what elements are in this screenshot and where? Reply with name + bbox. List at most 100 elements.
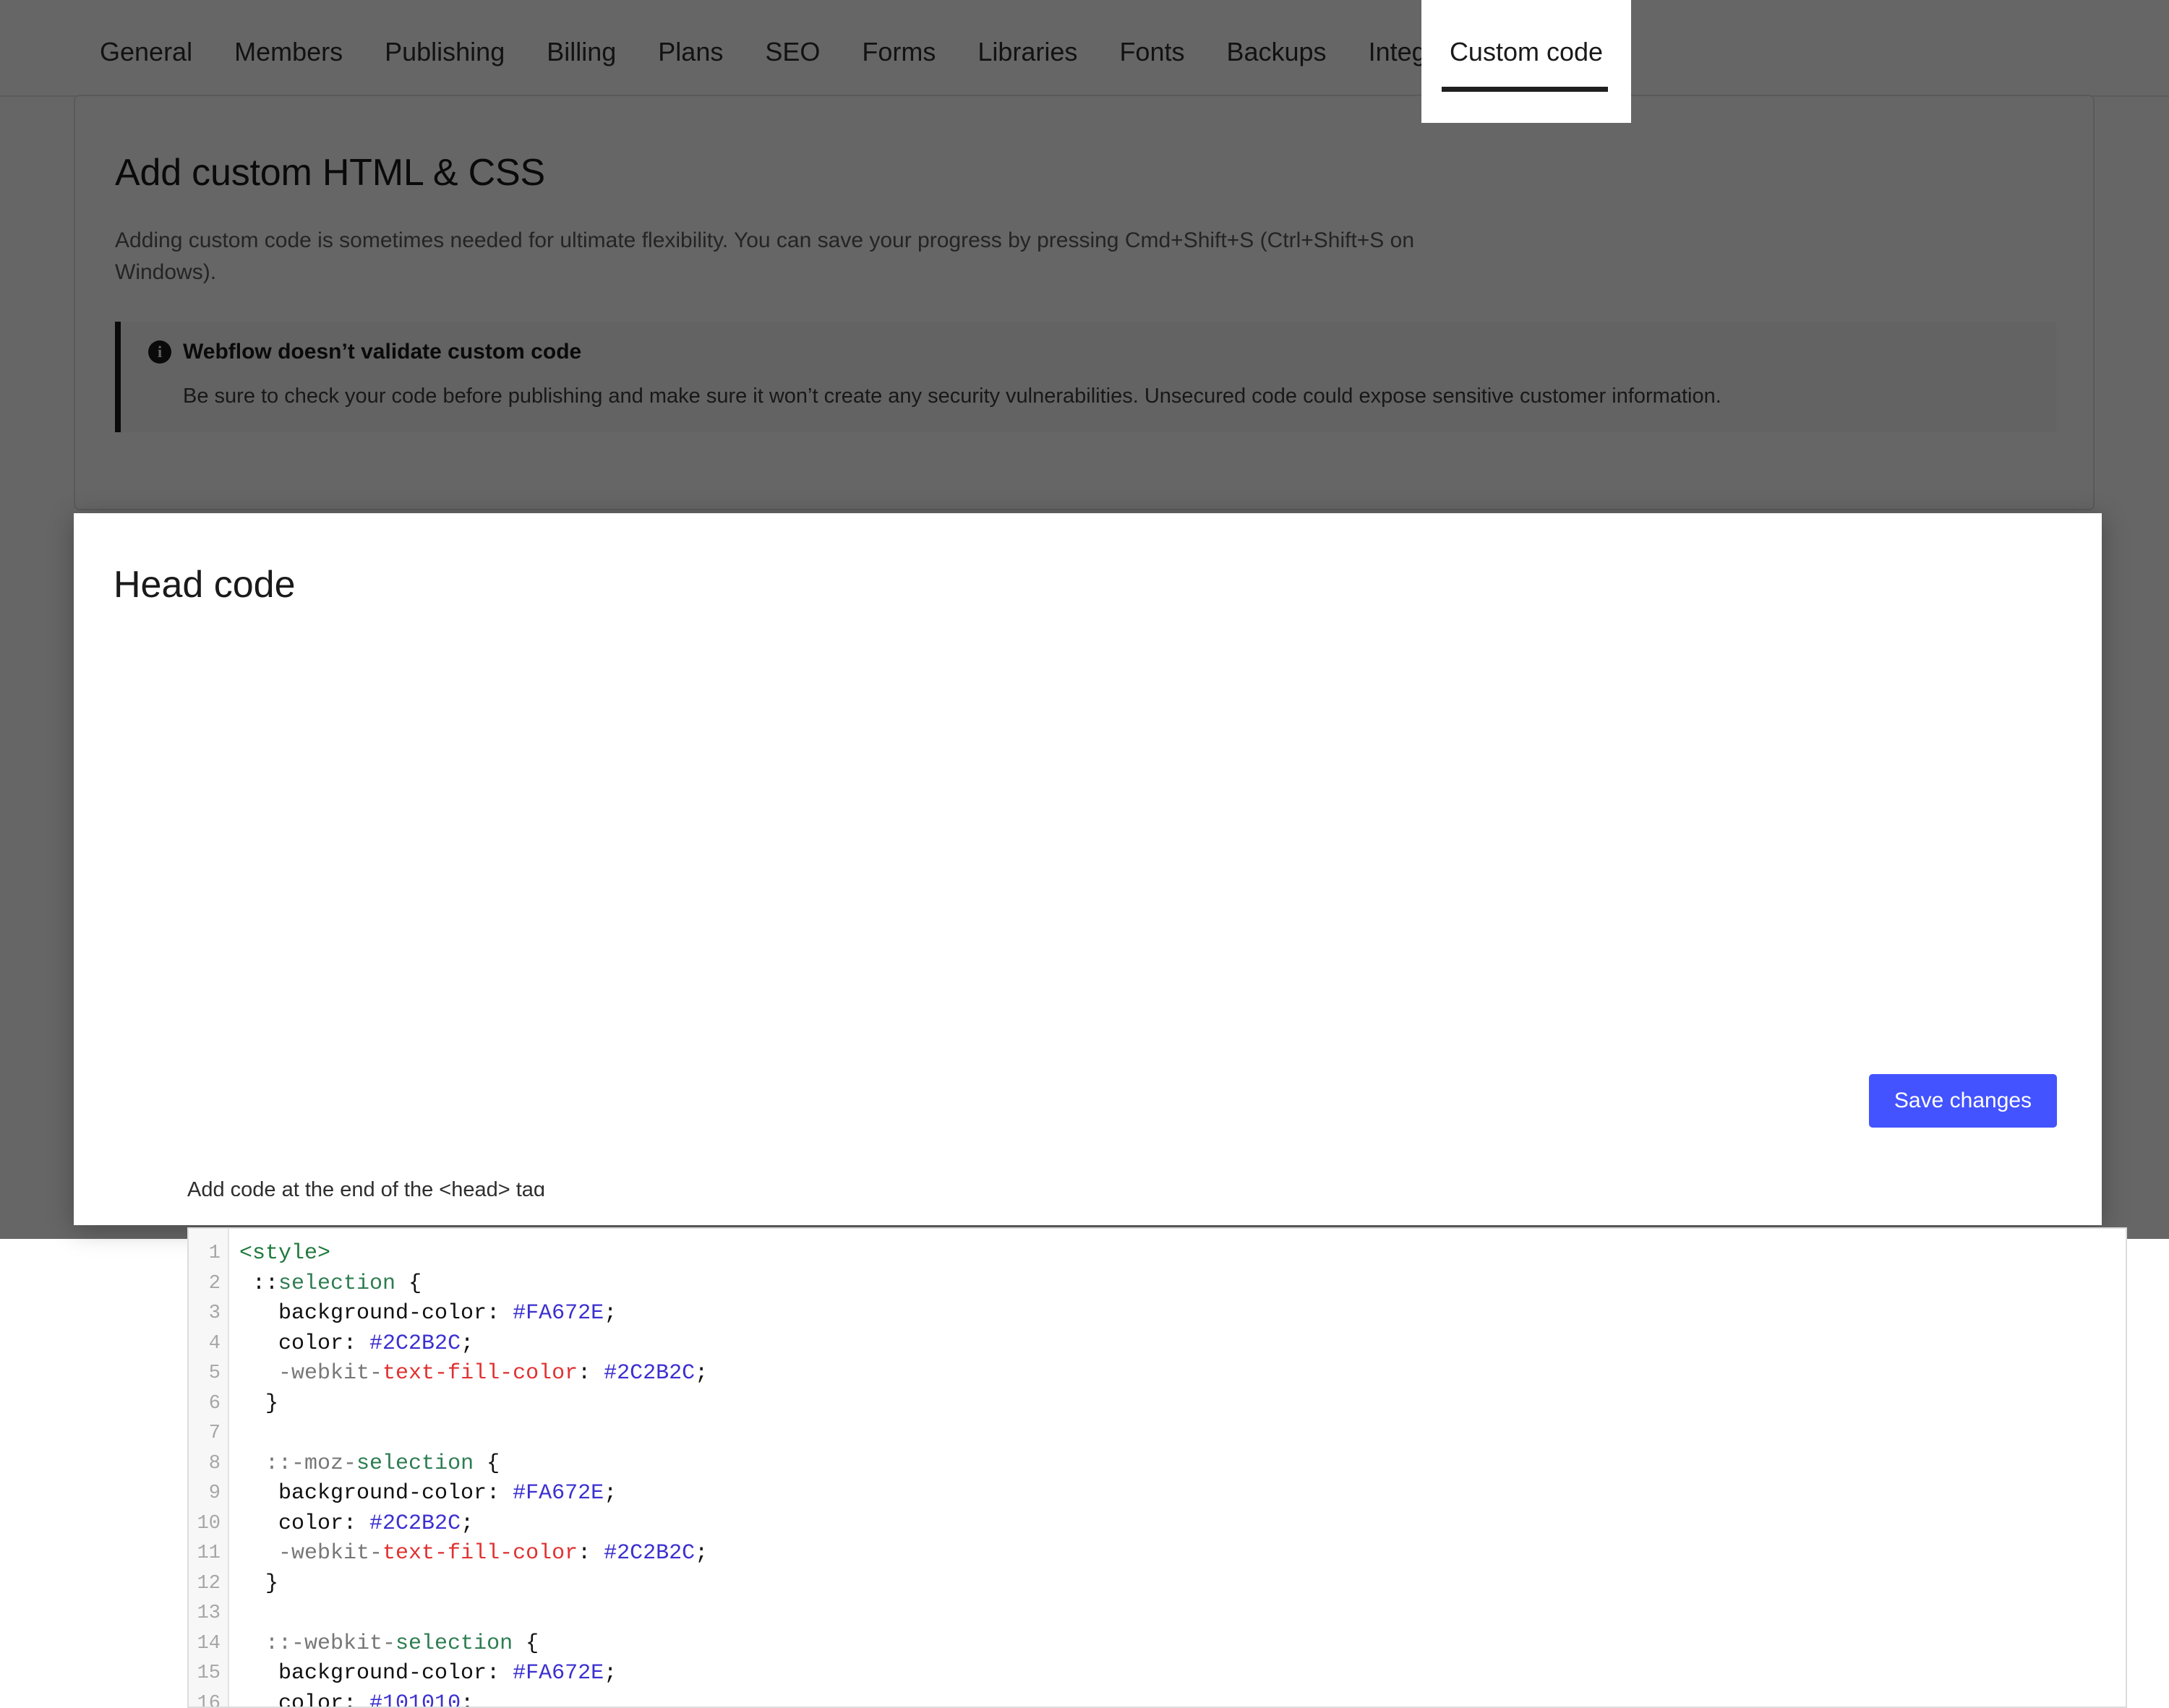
tab-active-underline <box>1442 87 1608 92</box>
tab-billing[interactable]: Billing <box>547 0 616 65</box>
tab-backups[interactable]: Backups <box>1226 0 1326 65</box>
card-bottom-strip <box>74 1196 2102 1225</box>
code-token: #2C2B2C <box>369 1331 461 1356</box>
code-token: color <box>278 1331 343 1356</box>
code-token: { <box>513 1631 539 1656</box>
line-number: 12 <box>189 1569 228 1600</box>
code-token: : <box>487 1481 513 1506</box>
code-token: background-color <box>278 1481 487 1506</box>
tab-seo[interactable]: SEO <box>765 0 820 65</box>
line-number: 8 <box>189 1449 228 1480</box>
code-line: } <box>239 1569 2126 1600</box>
custom-code-panel: Add custom HTML & CSS Adding custom code… <box>74 95 2095 510</box>
code-line <box>239 1419 2126 1449</box>
tab-members[interactable]: Members <box>234 0 343 65</box>
code-line: } <box>239 1389 2126 1420</box>
code-token: ::-moz- <box>265 1451 356 1476</box>
code-token: selection <box>395 1631 513 1656</box>
notice-header: i Webflow doesn’t validate custom code <box>148 340 2035 364</box>
code-token: #FA672E <box>513 1661 604 1686</box>
code-token: #FA672E <box>513 1301 604 1326</box>
tab-label: General <box>100 37 192 66</box>
code-line: -webkit-text-fill-color: #2C2B2C; <box>239 1539 2126 1569</box>
code-token: ; <box>461 1691 474 1708</box>
code-token <box>239 1331 278 1356</box>
code-token: : <box>487 1661 513 1686</box>
code-token: : <box>578 1361 604 1386</box>
code-token: { <box>474 1451 500 1476</box>
code-token: #2C2B2C <box>604 1541 695 1566</box>
code-token <box>239 1361 278 1386</box>
code-token <box>239 1541 278 1566</box>
editor-line-numbers: 12345678910111213141516 <box>189 1229 229 1707</box>
tab-label: Billing <box>547 37 616 66</box>
tab-publishing[interactable]: Publishing <box>385 0 505 65</box>
code-token: background-color <box>278 1661 487 1686</box>
code-token <box>239 1481 278 1506</box>
code-token <box>239 1451 265 1476</box>
line-number: 13 <box>189 1599 228 1629</box>
code-token: : <box>578 1541 604 1566</box>
code-token: ; <box>695 1361 708 1386</box>
line-number: 6 <box>189 1389 228 1420</box>
code-token: -webkit- <box>278 1541 382 1566</box>
tab-fonts[interactable]: Fonts <box>1119 0 1184 65</box>
code-line: <style> <box>239 1239 2126 1269</box>
code-token: text-fill-color <box>382 1361 578 1386</box>
tab-label: Forms <box>862 37 936 66</box>
tab-general[interactable]: General <box>100 0 192 65</box>
code-token: : <box>343 1691 369 1708</box>
head-code-editor[interactable]: 12345678910111213141516 <style> ::select… <box>187 1227 2127 1708</box>
code-token <box>239 1271 252 1296</box>
code-token: } <box>239 1391 278 1416</box>
info-icon: i <box>148 340 171 364</box>
line-number: 4 <box>189 1329 228 1360</box>
code-line <box>239 1599 2126 1629</box>
tab-label: Libraries <box>977 37 1077 66</box>
code-line: color: #2C2B2C; <box>239 1509 2126 1540</box>
code-token: : <box>343 1511 369 1536</box>
tab-plans[interactable]: Plans <box>658 0 723 65</box>
code-token: #2C2B2C <box>369 1511 461 1536</box>
editor-code-area[interactable]: <style> ::selection { background-color: … <box>229 1229 2126 1707</box>
code-token: text-fill-color <box>382 1541 578 1566</box>
code-token: selection <box>278 1271 395 1296</box>
line-number: 15 <box>189 1659 228 1689</box>
line-number: 1 <box>189 1239 228 1269</box>
page-title: Add custom HTML & CSS <box>115 154 545 192</box>
code-token: #2C2B2C <box>604 1361 695 1386</box>
settings-tab-bar: General Members Publishing Billing Plans SEO F… <box>0 0 2169 97</box>
line-number: 9 <box>189 1479 228 1509</box>
code-token <box>239 1301 278 1326</box>
code-line: ::-moz-selection { <box>239 1449 2126 1480</box>
code-token: <style> <box>239 1241 330 1266</box>
code-token <box>239 1511 278 1536</box>
notice-title: Webflow doesn’t validate custom code <box>183 341 581 363</box>
line-number: 2 <box>189 1269 228 1300</box>
code-line: background-color: #FA672E; <box>239 1299 2126 1329</box>
head-code-header: Head code <box>74 513 2102 643</box>
code-token: ; <box>695 1541 708 1566</box>
tab-label: Fonts <box>1119 37 1184 66</box>
code-token: color <box>278 1511 343 1536</box>
code-token: ; <box>604 1481 617 1506</box>
save-changes-button[interactable]: Save changes <box>1869 1074 2057 1128</box>
code-token <box>239 1691 278 1708</box>
head-code-title: Head code <box>114 566 296 604</box>
line-number: 11 <box>189 1539 228 1569</box>
line-number: 16 <box>189 1689 228 1708</box>
tab-label: Publishing <box>385 37 505 66</box>
code-token: ; <box>604 1301 617 1326</box>
code-line: ::-webkit-selection { <box>239 1629 2126 1660</box>
head-code-card: Head code Save changes Add code at the e… <box>74 513 2102 1225</box>
code-line: -webkit-text-fill-color: #2C2B2C; <box>239 1359 2126 1389</box>
tab-forms[interactable]: Forms <box>862 0 936 65</box>
tab-custom-code[interactable]: Custom code <box>1421 0 1631 123</box>
code-token: #FA672E <box>513 1481 604 1506</box>
code-token: } <box>239 1571 278 1596</box>
tab-label: Members <box>234 37 343 66</box>
code-token: ::-webkit- <box>265 1631 395 1656</box>
code-token: selection <box>356 1451 474 1476</box>
tab-libraries[interactable]: Libraries <box>977 0 1077 65</box>
code-token: { <box>395 1271 422 1296</box>
